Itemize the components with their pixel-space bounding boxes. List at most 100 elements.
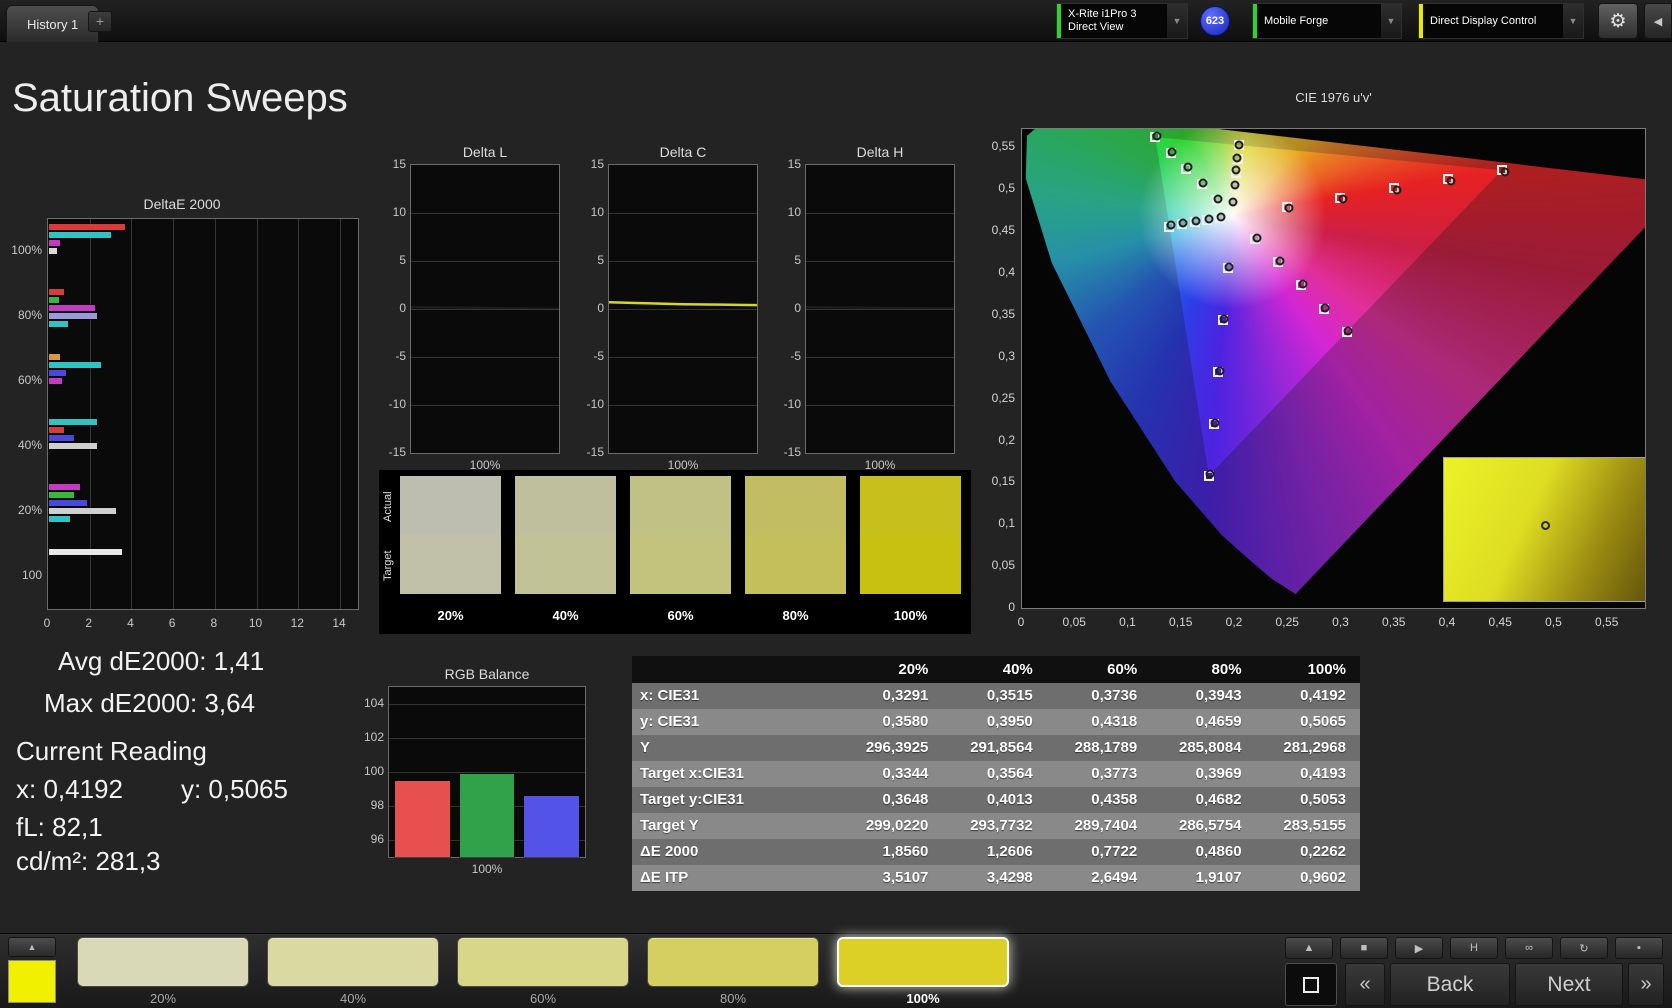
chart-title: CIE 1976 u'v' (1295, 90, 1372, 105)
cie-x-tick-label: 0,25 (1275, 615, 1299, 629)
cie-x-tick-label: 0,2 (1225, 615, 1243, 629)
swatch-label: 60% (667, 608, 694, 623)
meter-dropdown[interactable]: X-Rite i1Pro 3 Direct View ▼ (1056, 3, 1188, 39)
table-cell: 293,7732 (942, 813, 1047, 839)
continuous-button[interactable]: ∞ (1505, 937, 1553, 959)
add-tab-button[interactable]: + (88, 11, 112, 32)
cie-x-tick-label: 0,5 (1545, 615, 1562, 629)
cie-x-tick-label: 0,45 (1488, 615, 1512, 629)
back-button[interactable]: Back (1390, 963, 1510, 1006)
table-cell: 0,3515 (942, 683, 1047, 709)
calman-app: History 1 + X-Rite i1Pro 3 Direct View ▼… (0, 0, 1672, 1008)
table-cell: 0,3564 (942, 761, 1047, 787)
table-cell: 0,3943 (1151, 683, 1256, 709)
sample-button-100%[interactable] (837, 937, 1009, 987)
deltae-bar (47, 353, 62, 361)
extra-button[interactable]: ▪ (1615, 937, 1663, 959)
swatch-actual (515, 476, 616, 535)
y-tick-label: 104 (363, 696, 384, 710)
avg-de2000-value: Avg dE2000: 1,41 (58, 646, 265, 676)
delta-l-ylabels: 15 10 5 0 -5 -10 -15 (380, 157, 406, 459)
cie-y-tick-label: 0,5 (998, 181, 1015, 196)
current-reading-title: Current Reading (16, 736, 207, 766)
sample-button-60%[interactable] (457, 937, 629, 987)
x-tick-label: 14 (332, 616, 346, 630)
histogram-icon: H (1470, 942, 1478, 954)
settings-button[interactable]: ⚙ (1598, 3, 1638, 39)
x-tick-label: 2 (85, 616, 93, 630)
table-cell: 0,4192 (1255, 683, 1360, 709)
table-cell: 0,7722 (1046, 839, 1152, 865)
cie-measurement-marker (1284, 203, 1294, 213)
gridline (131, 219, 133, 609)
test-patch[interactable] (8, 960, 56, 1003)
cie-measurement-marker (1231, 165, 1241, 175)
table-row: Target x:CIE31 0,3344 0,3564 0,3773 0,3969 0,… (632, 761, 1360, 787)
table-cell: 3,4298 (942, 865, 1047, 891)
deltae-bar (47, 247, 59, 255)
play-button[interactable]: ▶ (1395, 937, 1443, 959)
gridline (214, 219, 216, 609)
y-tick-label: 5 (399, 253, 406, 267)
y-value: y: 0,5065 (180, 774, 288, 804)
swatch-label: 20% (437, 608, 464, 623)
table-cell: 0,3344 (838, 761, 943, 787)
table-cell: 286,5754 (1151, 813, 1256, 839)
table-cell: 1,8560 (838, 839, 943, 865)
sample-label: 20% (149, 991, 177, 1006)
source-label: Mobile Forge (1264, 14, 1329, 27)
y-tick-label: 10 (590, 205, 604, 219)
patch-up-button[interactable]: ▲ (8, 937, 56, 957)
collapse-panel-button[interactable]: ◀ (1644, 3, 1672, 39)
cie-x-tick-label: 0,55 (1595, 615, 1619, 629)
gridline (806, 213, 954, 214)
sample-button-20%[interactable] (77, 937, 249, 987)
sample-button-80%[interactable] (647, 937, 819, 987)
previous-chevron-button[interactable]: « (1345, 963, 1385, 1006)
sample-label: 60% (529, 991, 557, 1006)
chevron-down-icon[interactable]: ▼ (1563, 4, 1583, 38)
deltae-bar (48, 499, 88, 507)
next-button[interactable]: Next (1515, 963, 1623, 1006)
deltae-bar (48, 515, 71, 523)
inset-measurement-marker (1540, 520, 1550, 530)
patch-window-button[interactable] (1285, 963, 1337, 1006)
tab-history-1[interactable]: History 1 (6, 5, 100, 42)
cie-measurement-marker (1320, 303, 1330, 313)
max-de2000-value: Max dE2000: 3,64 (44, 688, 256, 718)
delta-l-chart: Delta L 15 10 5 0 -5 -10 -15 100% (380, 144, 566, 484)
deltae-bar (48, 304, 96, 312)
stop-button[interactable]: ■ (1340, 937, 1388, 959)
gridline (806, 405, 954, 406)
table-cell: 0,4193 (1255, 761, 1360, 787)
chevron-down-icon[interactable]: ▼ (1167, 4, 1187, 38)
up-button[interactable]: ▲ (1285, 937, 1333, 959)
chevron-down-icon[interactable]: ▼ (1381, 4, 1401, 38)
cie-measurement-marker (1213, 194, 1223, 203)
sample-button-40%[interactable] (267, 937, 439, 987)
up-arrow-icon: ▲ (27, 942, 37, 952)
refresh-button[interactable]: ↻ (1560, 937, 1608, 959)
source-dropdown[interactable]: Mobile Forge ▼ (1252, 3, 1402, 39)
histogram-button[interactable]: H (1450, 937, 1498, 959)
swatch-target (515, 535, 616, 594)
x-value: x: 0,4192 (16, 774, 123, 804)
table-cell: 1,9107 (1151, 865, 1256, 891)
gridline (411, 213, 559, 214)
cie-y-tick-label: 0,45 (991, 223, 1015, 238)
display-control-dropdown[interactable]: Direct Display Control ▼ (1418, 3, 1584, 39)
gridline (806, 309, 954, 310)
table-cell: 0,4682 (1151, 787, 1256, 813)
y-tick-label: -10 (586, 397, 604, 411)
table-row-label: Target Y (632, 813, 838, 839)
deltae-bar (48, 507, 117, 515)
x-tick-label: 4 (127, 616, 134, 630)
up-icon: ▲ (1303, 942, 1315, 954)
table-row: ΔE ITP 3,5107 3,4298 2,6494 1,9107 0,9602 (632, 865, 1360, 891)
next-chevron-button[interactable]: » (1628, 963, 1664, 1006)
gridline (609, 309, 757, 310)
table-cell: 296,3925 (838, 735, 943, 761)
chart-title: RGB Balance (444, 666, 530, 682)
chart-title: Delta L (462, 144, 508, 160)
y-group-label: 40% (17, 437, 42, 452)
